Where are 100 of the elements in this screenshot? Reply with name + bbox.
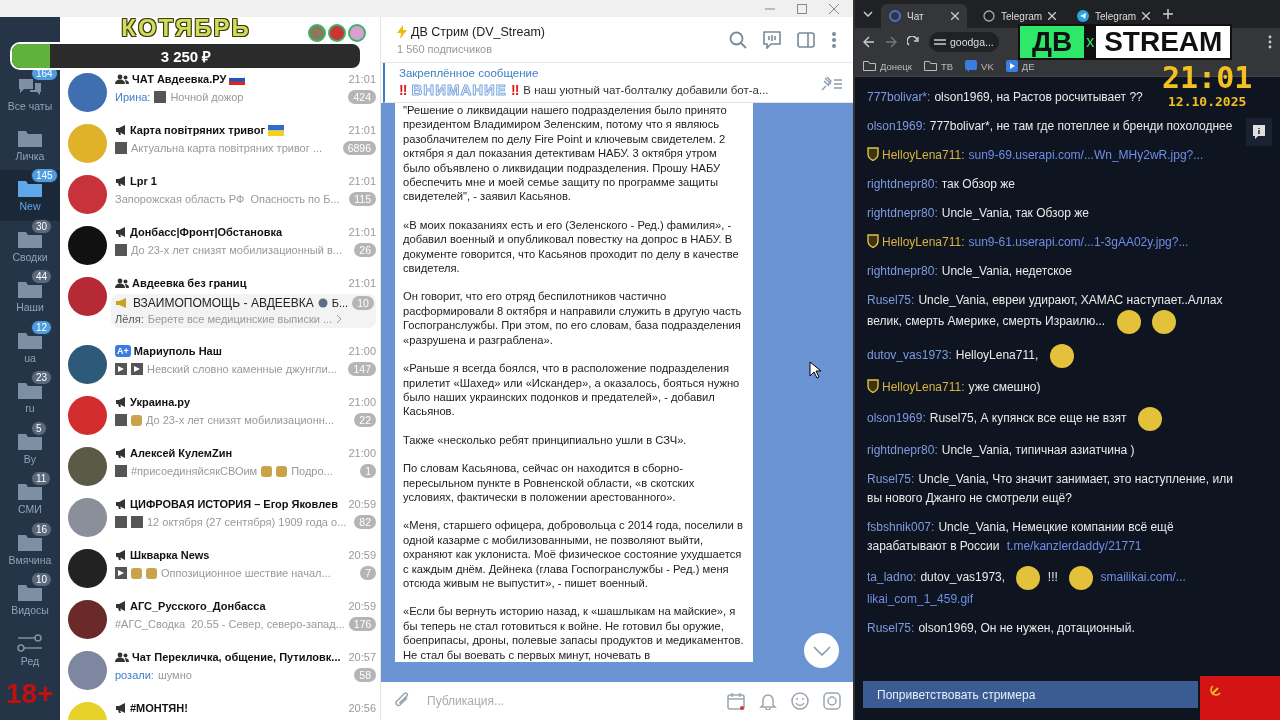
folder-tab[interactable]: 23 ru bbox=[0, 372, 60, 423]
bookmark[interactable]: Донецк bbox=[863, 60, 912, 72]
chat-text: Uncle_Vania, недетское bbox=[941, 264, 1072, 278]
chat-title[interactable]: ЦИФРОВАЯ ИСТОРИЯ – Егор Яковлев bbox=[130, 498, 338, 510]
chat-username[interactable]: rightdnepr80: bbox=[867, 206, 938, 220]
more-icon[interactable] bbox=[831, 30, 837, 49]
chat-link[interactable]: likai_com_1_459.gif bbox=[867, 592, 974, 606]
chat-link[interactable]: smailikai.com/... bbox=[1100, 570, 1186, 585]
goal-title: КОТЯБРЬ bbox=[121, 14, 251, 42]
bookmark[interactable]: ТВ bbox=[923, 60, 954, 72]
bookmark[interactable]: VK bbox=[965, 60, 994, 72]
message-preview: #присоединяйсякСВОим bbox=[131, 465, 258, 477]
story-avatar[interactable] bbox=[328, 24, 346, 42]
camera-icon[interactable] bbox=[823, 692, 841, 710]
group-icon bbox=[115, 652, 129, 662]
chat-username[interactable]: 777bolivar*: bbox=[867, 90, 931, 104]
folder-tab[interactable]: 16 Вмячина bbox=[0, 523, 60, 574]
flag-icon bbox=[229, 73, 246, 85]
info-button[interactable] bbox=[1246, 118, 1272, 146]
story-avatar[interactable] bbox=[308, 24, 326, 42]
chat-username[interactable]: HelloyLena711: bbox=[882, 235, 965, 249]
folder-tab[interactable]: Личка bbox=[0, 119, 60, 170]
scroll-down-button[interactable] bbox=[804, 633, 839, 668]
chat-username[interactable]: fsbshnik007: bbox=[867, 520, 935, 534]
pin-list-icon[interactable] bbox=[819, 74, 843, 91]
bell-icon[interactable] bbox=[759, 692, 777, 710]
folder-tab[interactable]: Ред bbox=[0, 624, 60, 675]
folder-tab[interactable]: 30 Сводки bbox=[0, 220, 60, 271]
emoji-icon bbox=[131, 414, 142, 426]
megaphone-icon bbox=[115, 298, 129, 308]
story-avatar[interactable] bbox=[348, 24, 366, 42]
greet-button[interactable]: Поприветствовать стримера bbox=[863, 681, 1198, 708]
close-icon[interactable] bbox=[951, 12, 959, 20]
reload-icon[interactable] bbox=[907, 36, 919, 48]
address-bar[interactable]: goodga... bbox=[929, 32, 999, 52]
chat-username[interactable]: Rusel75: bbox=[867, 621, 915, 635]
chat-username[interactable]: olson1969: bbox=[867, 411, 926, 426]
chat-username[interactable]: rightdnepr80: bbox=[867, 443, 938, 457]
folder-tab[interactable]: 5 By bbox=[0, 422, 60, 473]
maximize-icon[interactable] bbox=[797, 3, 807, 14]
chat-username[interactable]: Rusel75: bbox=[867, 293, 915, 307]
avatar-placeholder bbox=[68, 277, 107, 316]
avatar-placeholder bbox=[68, 447, 107, 486]
folder-tab[interactable]: 10 Видосы bbox=[0, 574, 60, 625]
browser-tab[interactable]: Чат bbox=[881, 4, 967, 28]
chat-title[interactable]: Алексей КулемZин bbox=[130, 447, 233, 459]
chat-title[interactable]: Авдеевка без границ bbox=[132, 277, 247, 289]
chat-username[interactable]: rightdnepr80: bbox=[867, 264, 938, 278]
folder-tab[interactable]: 44 Наши bbox=[0, 271, 60, 322]
topic-title: ВЗАИМОПОМОЩЬ - АВДЕЕВКА bbox=[133, 296, 314, 310]
close-icon[interactable] bbox=[1048, 12, 1057, 20]
smiley-icon[interactable] bbox=[791, 692, 809, 710]
folder-tab[interactable]: 145 New bbox=[0, 170, 60, 221]
chat-link[interactable]: sun9-61.userapi.com/...1-3gAA02y.jpg?... bbox=[968, 235, 1189, 249]
avatar-placeholder bbox=[68, 175, 107, 214]
chat-time: 21:01 bbox=[348, 175, 376, 187]
chat-username[interactable]: ta_ladno: bbox=[867, 570, 917, 585]
unread-count: 1 bbox=[360, 464, 376, 478]
unread-count: 424 bbox=[348, 90, 376, 104]
sticker-icon bbox=[1116, 310, 1141, 334]
search-icon[interactable] bbox=[729, 30, 747, 49]
chat-title[interactable]: ЧАТ Авдеевка.РУ bbox=[132, 73, 227, 85]
sender-name: розали: bbox=[115, 669, 154, 681]
topic-title: Б... bbox=[331, 297, 349, 309]
chat-title[interactable]: Шкварка News bbox=[130, 549, 210, 561]
topic-preview[interactable]: ВЗАИМОПОМОЩЬ - АВДЕЕВКА Б... 10 Лёля: Берете все медицинские выписки ... bbox=[111, 294, 376, 328]
chat-link[interactable]: t.me/kanzlerdaddy/21771 bbox=[1006, 539, 1142, 553]
chat-title[interactable]: Мариуполь Наш bbox=[133, 345, 222, 357]
chat-username[interactable]: Rusel75: bbox=[867, 472, 915, 486]
sidebar-icon[interactable] bbox=[797, 30, 815, 49]
chat-title[interactable]: Карта повітряних тривог bbox=[130, 124, 266, 136]
chat-username[interactable]: HelloyLena711: bbox=[882, 380, 965, 394]
clock-date: 12.10.2025 bbox=[1168, 94, 1247, 109]
calendar-icon[interactable] bbox=[727, 692, 745, 710]
live-chat-icon[interactable] bbox=[763, 30, 781, 49]
browser-tab[interactable]: Telegram bbox=[975, 4, 1061, 28]
chat-title[interactable]: Донбасс|Фронт|Обстановка bbox=[130, 226, 283, 238]
folder-tab[interactable]: 12 ua bbox=[0, 321, 60, 372]
chat-title[interactable]: Lpr 1 bbox=[130, 175, 157, 187]
folder-tab[interactable]: 11 СМИ bbox=[0, 473, 60, 524]
chat-username[interactable]: olson1969: bbox=[867, 119, 926, 133]
chat-title[interactable]: Чат Перекличка, общение, Путиловк... bbox=[132, 651, 341, 663]
chat-username[interactable]: rightdnepr80: bbox=[867, 177, 938, 191]
browser-tab[interactable]: Telegram bbox=[1069, 4, 1155, 28]
chat-title[interactable]: АГС_Русского_Донбасса bbox=[130, 600, 266, 612]
chat-title[interactable]: Украина.ру bbox=[130, 396, 191, 408]
plus-icon[interactable] bbox=[1163, 9, 1173, 19]
logo-text: ДВ bbox=[1020, 26, 1085, 58]
clock-time: 21:01 bbox=[1162, 62, 1253, 94]
chat-username[interactable]: HelloyLena711: bbox=[882, 148, 965, 162]
back-icon[interactable] bbox=[863, 36, 875, 48]
chat-username[interactable]: dutov_vas1973: bbox=[867, 348, 952, 363]
forward-icon[interactable] bbox=[885, 36, 897, 48]
bookmark[interactable]: ДЕ bbox=[1005, 60, 1035, 72]
chevron-down-icon[interactable] bbox=[863, 11, 873, 17]
more-icon[interactable] bbox=[1268, 35, 1272, 49]
close-icon[interactable] bbox=[1142, 12, 1151, 20]
chat-title[interactable]: #МОНТЯН! bbox=[130, 702, 188, 714]
chat-link[interactable]: sun9-69.userapi.com/...Wn_MHy2wR.jpg?... bbox=[968, 148, 1204, 162]
message-paragraph: По словам Касьянова, сейчас он находится в сборно-пересыльном пункте в Ровненской области, «в скотских условиях, фактически в положении арестованного». bbox=[403, 461, 696, 505]
